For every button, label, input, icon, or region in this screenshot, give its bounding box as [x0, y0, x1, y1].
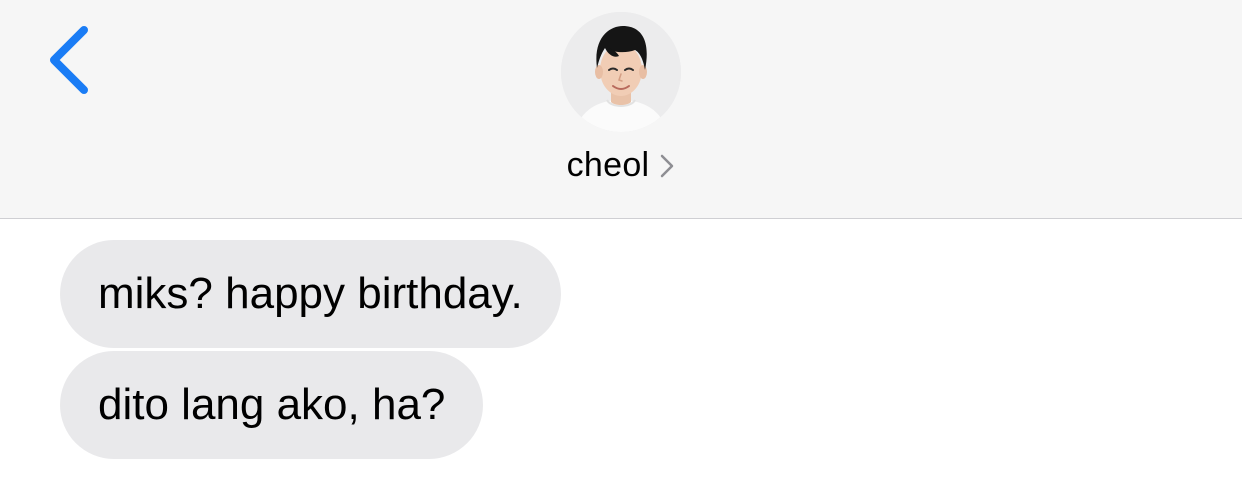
- messages-screen: cheol miks? happy birthday. dito lang ak…: [0, 0, 1242, 477]
- message-text: miks? happy birthday.: [98, 269, 523, 318]
- contact-name: cheol: [566, 146, 650, 184]
- chevron-right-icon: [659, 153, 675, 179]
- message-text: dito lang ako, ha?: [98, 380, 446, 429]
- received-message-bubble[interactable]: miks? happy birthday.: [60, 240, 561, 348]
- avatar[interactable]: [561, 12, 681, 132]
- contact-info[interactable]: cheol: [0, 10, 1242, 200]
- contact-name-row[interactable]: cheol: [0, 146, 1242, 186]
- conversation-header: cheol: [0, 0, 1242, 219]
- received-message-bubble[interactable]: dito lang ako, ha?: [60, 351, 484, 459]
- profile-photo: [561, 12, 681, 132]
- message-thread: miks? happy birthday. dito lang ako, ha?: [0, 219, 1242, 477]
